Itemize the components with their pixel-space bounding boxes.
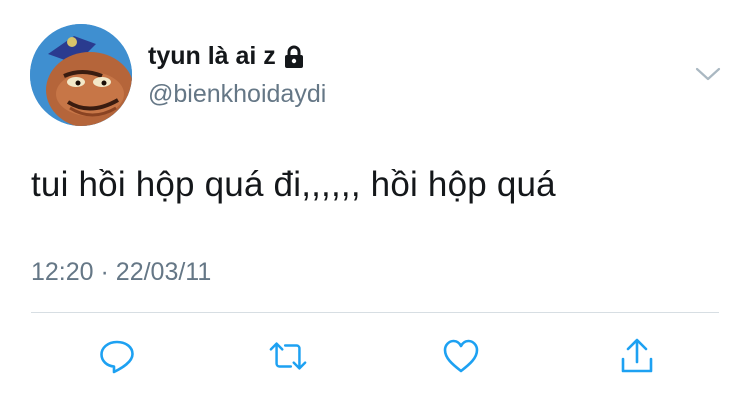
tweet-text: tui hồi hộp quá đi,,,,,, hồi hộp quá bbox=[31, 165, 556, 204]
avatar[interactable] bbox=[30, 24, 132, 126]
reply-icon bbox=[100, 340, 134, 374]
share-icon bbox=[621, 338, 653, 373]
tweet-card: tyun là ai z @bienkhoidaydi tui hồi hộp … bbox=[0, 0, 750, 401]
retweet-icon bbox=[269, 342, 307, 370]
heart-icon bbox=[443, 339, 479, 373]
display-name-text: tyun là ai z bbox=[148, 42, 276, 70]
divider bbox=[31, 312, 719, 313]
user-handle[interactable]: @bienkhoidaydi bbox=[148, 80, 326, 109]
lock-icon bbox=[284, 45, 304, 69]
tweet-time: 12:20 bbox=[31, 258, 94, 286]
share-button[interactable] bbox=[617, 336, 657, 376]
meta-separator: · bbox=[100, 258, 109, 286]
tweet-date: 22/03/11 bbox=[115, 258, 212, 286]
reply-button[interactable] bbox=[97, 336, 137, 376]
retweet-button[interactable] bbox=[268, 336, 308, 376]
action-bar bbox=[0, 336, 750, 376]
like-button[interactable] bbox=[441, 336, 481, 376]
tweet-timestamp[interactable]: 12:20 · 22/03/11 bbox=[31, 258, 211, 287]
display-name[interactable]: tyun là ai z bbox=[148, 42, 304, 71]
chevron-down-icon[interactable] bbox=[694, 64, 722, 84]
